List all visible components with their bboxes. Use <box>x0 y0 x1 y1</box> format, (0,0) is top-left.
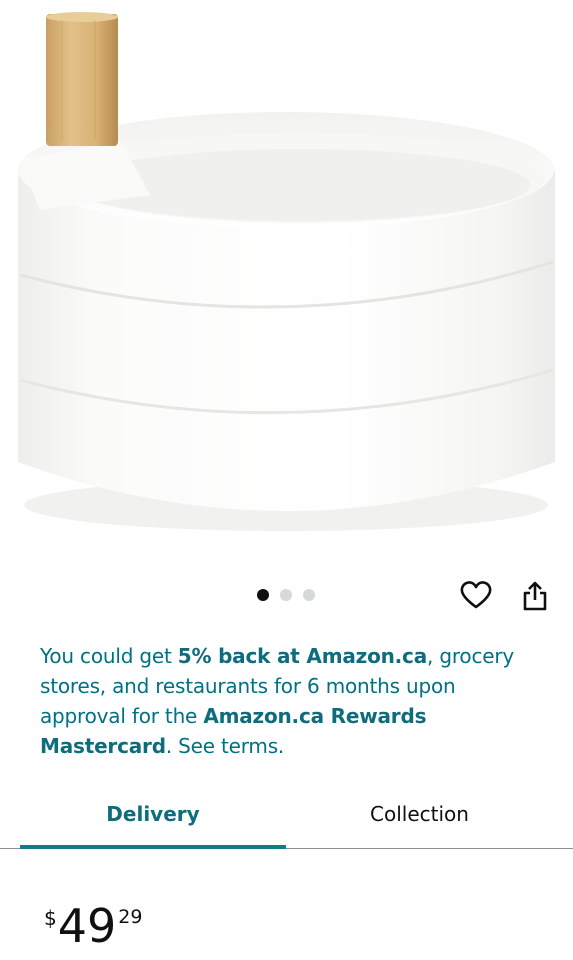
fulfillment-tabs: Delivery Collection <box>0 784 573 850</box>
product-image[interactable] <box>0 0 573 570</box>
product-price: $ 49 29 <box>44 898 142 954</box>
tab-collection[interactable]: Collection <box>286 784 553 844</box>
selected-tab-indicator <box>20 845 286 849</box>
promo-text-1: You could get <box>40 644 178 668</box>
carousel-dot-3[interactable] <box>303 589 315 601</box>
image-carousel-dots <box>257 589 315 601</box>
price-fraction: 29 <box>118 906 143 928</box>
price-whole: 49 <box>57 899 117 953</box>
carousel-dot-2[interactable] <box>280 589 292 601</box>
price-currency-symbol: $ <box>44 906 57 930</box>
rewards-card-promo[interactable]: You could get 5% back at Amazon.ca, groc… <box>40 641 540 761</box>
product-page: You could get 5% back at Amazon.ca, groc… <box>0 0 573 960</box>
share-icon <box>523 581 547 611</box>
product-photo <box>0 0 573 570</box>
promo-see-terms[interactable]: . See terms. <box>166 734 284 758</box>
heart-icon <box>460 581 492 609</box>
share-button[interactable] <box>518 578 552 614</box>
tab-delivery[interactable]: Delivery <box>20 784 286 844</box>
add-to-list-button[interactable] <box>458 578 494 612</box>
carousel-dot-1[interactable] <box>257 589 269 601</box>
promo-cashback: 5% back at Amazon.ca <box>177 644 428 668</box>
